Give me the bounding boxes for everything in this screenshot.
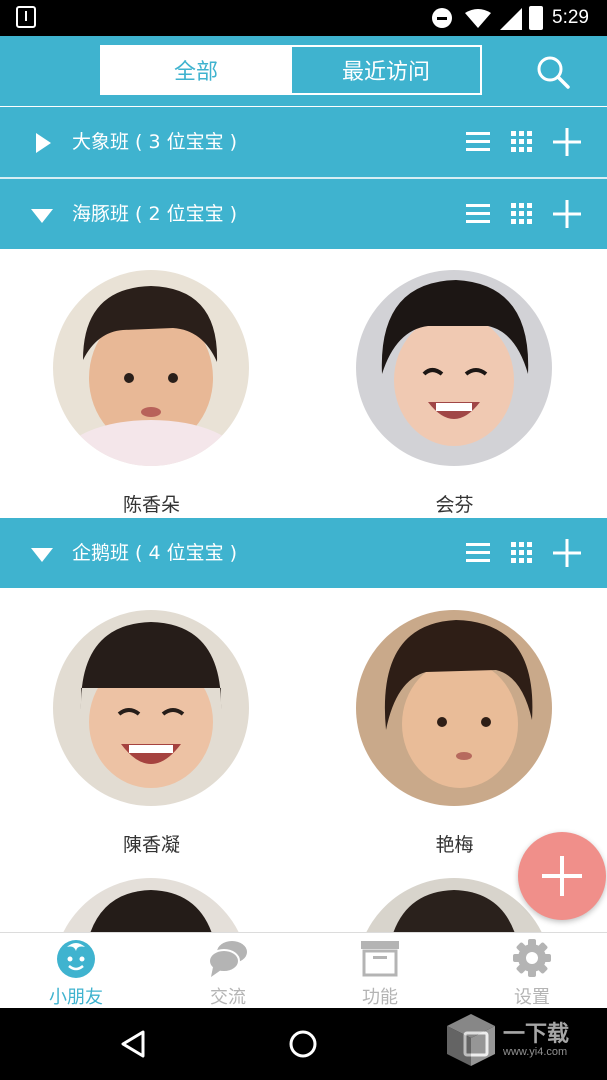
plus-icon (542, 856, 582, 896)
child-card[interactable]: 陳香凝 (0, 590, 303, 856)
bottom-nav: 小朋友 交流 功能 设置 (0, 932, 607, 1009)
collapse-arrow-icon[interactable] (30, 542, 54, 566)
group-header-penguin[interactable]: 企鹅班 ( 4 位宝宝 ) (0, 518, 607, 588)
download-icon (16, 6, 36, 28)
cube-logo-icon (447, 1014, 495, 1066)
nav-label: 功能 (362, 987, 398, 1008)
do-not-disturb-icon (432, 8, 452, 28)
watermark: 一下载 www.yi4.com (445, 1012, 605, 1072)
archive-box-icon (361, 941, 399, 977)
child-avatar[interactable] (53, 270, 249, 466)
child-card[interactable] (0, 858, 303, 932)
group-title: 企鹅班 ( 4 位宝宝 ) (72, 542, 238, 564)
grid-view-icon[interactable] (508, 200, 536, 228)
status-time: 5:29 (552, 7, 589, 28)
tab-recent[interactable]: 最近访问 (290, 47, 480, 93)
chat-bubbles-icon (208, 941, 247, 977)
child-avatar[interactable] (53, 610, 249, 806)
add-child-icon[interactable] (550, 125, 584, 159)
add-fab-button[interactable] (518, 832, 606, 920)
child-card[interactable]: 会芬 (303, 250, 606, 516)
child-name: 陳香凝 (122, 834, 180, 856)
watermark-url: www.yi4.com (503, 1046, 568, 1058)
app-header: 全部 最近访问 (0, 36, 607, 106)
nav-item-chat[interactable]: 交流 (152, 933, 304, 1009)
status-bar: 5:29 (0, 0, 607, 36)
child-avatar[interactable] (356, 610, 552, 806)
child-name: 陈香朵 (122, 494, 180, 516)
battery-icon (529, 6, 543, 30)
list-view-icon[interactable] (464, 201, 492, 227)
tab-all[interactable]: 全部 (102, 47, 290, 93)
nav-item-settings[interactable]: 设置 (456, 933, 607, 1009)
home-icon[interactable] (285, 1026, 321, 1062)
filter-segmented-control: 全部 最近访问 (100, 45, 482, 95)
search-icon[interactable] (535, 54, 571, 90)
nav-label: 交流 (210, 987, 246, 1008)
group-header-dolphin[interactable]: 海豚班 ( 2 位宝宝 ) (0, 179, 607, 249)
add-child-icon[interactable] (550, 536, 584, 570)
list-view-icon[interactable] (464, 540, 492, 566)
child-card[interactable]: 陈香朵 (0, 250, 303, 516)
child-name: 会芬 (435, 494, 474, 516)
add-child-icon[interactable] (550, 197, 584, 231)
wifi-icon (465, 9, 491, 28)
group-title: 大象班 ( 3 位宝宝 ) (72, 131, 238, 153)
list-view-icon[interactable] (464, 129, 492, 155)
nav-item-kids[interactable]: 小朋友 (0, 933, 152, 1009)
signal-icon (500, 8, 522, 30)
nav-label: 小朋友 (49, 987, 103, 1008)
child-avatar[interactable] (356, 270, 552, 466)
child-card[interactable]: 艳梅 (303, 590, 606, 856)
baby-face-icon (57, 940, 95, 978)
nav-label: 设置 (514, 987, 550, 1008)
group-header-elephant[interactable]: 大象班 ( 3 位宝宝 ) (0, 107, 607, 177)
collapse-arrow-icon[interactable] (30, 203, 54, 227)
group-title: 海豚班 ( 2 位宝宝 ) (72, 203, 238, 225)
back-icon[interactable] (115, 1026, 151, 1062)
child-avatar[interactable] (53, 878, 249, 932)
nav-item-functions[interactable]: 功能 (304, 933, 456, 1009)
expand-arrow-icon[interactable] (30, 131, 54, 155)
grid-view-icon[interactable] (508, 539, 536, 567)
gear-icon (513, 939, 551, 977)
grid-view-icon[interactable] (508, 128, 536, 156)
watermark-brand: 一下载 (503, 1022, 570, 1047)
